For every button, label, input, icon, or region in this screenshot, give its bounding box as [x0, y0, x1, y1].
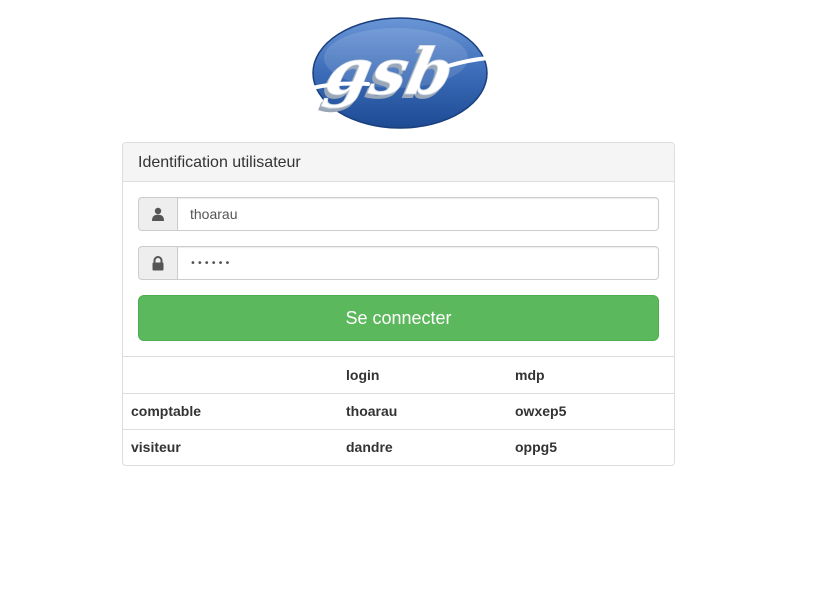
table-header-row: login mdp [123, 357, 674, 393]
gsb-logo: gsb gsb [308, 14, 492, 132]
table-header-cell [123, 357, 338, 393]
table-cell: owxep5 [507, 392, 674, 429]
user-icon [138, 197, 177, 231]
password-field[interactable] [177, 246, 659, 280]
login-panel: Identification utilisateur Se connecter [122, 142, 675, 466]
table-cell: thoarau [338, 392, 507, 429]
panel-heading: Identification utilisateur [123, 143, 674, 182]
table-cell: comptable [123, 392, 338, 429]
table-cell: visiteur [123, 428, 338, 465]
table-header-cell: mdp [515, 366, 545, 383]
login-input-group [138, 197, 659, 231]
table-cell: dandre [338, 428, 507, 465]
credentials-table: login mdp comptable thoarau owxep5 visit… [123, 357, 674, 465]
table-row: visiteur dandre oppg5 [123, 428, 674, 465]
login-form: Se connecter [123, 182, 674, 357]
gsb-logo-graphic: gsb gsb [310, 17, 490, 129]
logo-text: gsb [319, 35, 460, 110]
login-field[interactable] [177, 197, 659, 231]
lock-icon [138, 246, 177, 280]
table-row: comptable thoarau owxep5 [123, 392, 674, 429]
table-cell: oppg5 [507, 428, 674, 465]
login-button[interactable]: Se connecter [138, 295, 659, 341]
password-input-group [138, 246, 659, 280]
table-header-cell: login [346, 366, 380, 383]
